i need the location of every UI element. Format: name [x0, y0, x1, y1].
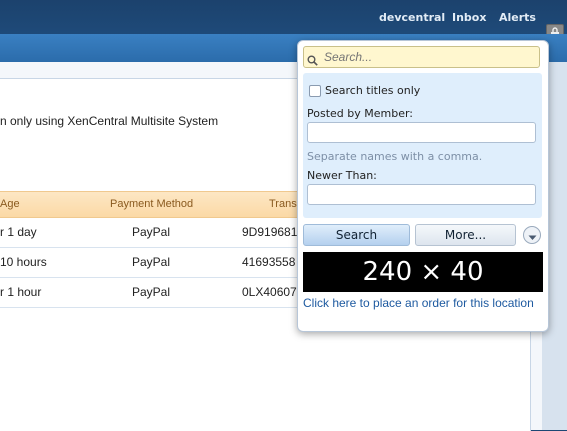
nav-inbox[interactable]: Inbox — [452, 11, 486, 24]
cell-age: 10 hours — [0, 255, 47, 269]
search-popup: Search titles only Posted by Member: Sep… — [297, 40, 549, 332]
posted-by-field[interactable] — [307, 122, 536, 143]
search-button[interactable]: Search — [303, 224, 410, 246]
cell-transaction: 0LX40607 — [242, 285, 297, 299]
top-bar: devcentral Inbox Alerts — [0, 0, 567, 34]
titles-only-label: Search titles only — [325, 84, 421, 97]
titles-only-option[interactable]: Search titles only — [309, 84, 420, 97]
header-age: Age — [0, 198, 20, 210]
cell-age: r 1 hour — [0, 285, 42, 299]
more-button[interactable]: More... — [415, 224, 516, 246]
search-options-panel: Search titles only Posted by Member: Sep… — [303, 73, 542, 218]
cell-payment: PayPal — [132, 225, 171, 239]
search-icon — [307, 51, 318, 70]
posted-by-label: Posted by Member: — [307, 107, 414, 120]
ad-order-link[interactable]: Click here to place an order for this lo… — [303, 295, 543, 311]
separate-names-hint: Separate names with a comma. — [307, 150, 483, 163]
newer-than-label: Newer Than: — [307, 169, 377, 182]
info-message: n only using XenCentral Multisite System — [0, 114, 219, 128]
cell-payment: PayPal — [132, 285, 171, 299]
cell-transaction: 41693558 — [242, 255, 296, 269]
chevron-down-icon — [528, 226, 537, 245]
expand-options-button[interactable] — [523, 226, 541, 244]
cell-transaction: 9D919681 — [242, 225, 298, 239]
cell-payment: PayPal — [132, 255, 171, 269]
newer-than-field[interactable] — [307, 184, 536, 205]
header-payment-method: Payment Method — [110, 198, 194, 210]
search-input[interactable] — [303, 46, 540, 68]
cell-age: r 1 day — [0, 225, 37, 239]
nav-alerts[interactable]: Alerts — [499, 11, 536, 24]
titles-only-checkbox[interactable] — [309, 84, 321, 97]
ad-placeholder[interactable]: 240 × 40 — [303, 252, 543, 292]
nav-devcentral[interactable]: devcentral — [379, 11, 445, 24]
